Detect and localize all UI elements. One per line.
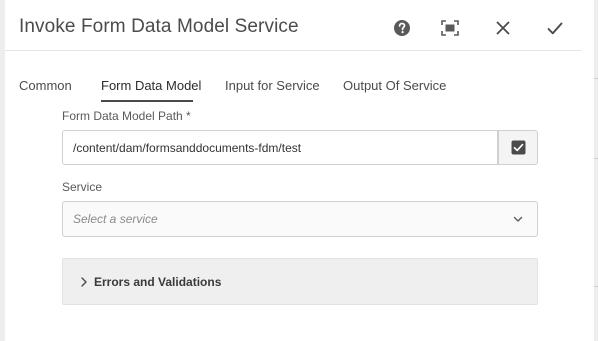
dialog-title: Invoke Form Data Model Service bbox=[19, 16, 299, 37]
tab-output-of-service[interactable]: Output Of Service bbox=[343, 78, 446, 93]
checkbox-checked-icon bbox=[511, 140, 525, 155]
header-divider bbox=[5, 50, 581, 51]
tab-form-data-model[interactable]: Form Data Model bbox=[101, 78, 201, 93]
chevron-down-icon bbox=[513, 216, 523, 222]
fdm-path-picker-button[interactable] bbox=[498, 130, 538, 165]
tab-common[interactable]: Common bbox=[19, 78, 72, 93]
backdrop-divider bbox=[594, 286, 598, 287]
help-button[interactable] bbox=[388, 14, 416, 42]
service-placeholder: Select a service bbox=[73, 212, 158, 226]
active-tab-indicator bbox=[101, 100, 193, 102]
fdm-path-label: Form Data Model Path * bbox=[62, 109, 191, 123]
fullscreen-icon bbox=[441, 20, 459, 36]
checkmark-icon bbox=[547, 22, 563, 34]
tab-input-for-service[interactable]: Input for Service bbox=[225, 78, 320, 93]
done-button[interactable] bbox=[541, 14, 569, 42]
close-icon bbox=[496, 21, 510, 35]
backdrop-divider bbox=[594, 78, 598, 79]
fullscreen-button[interactable] bbox=[436, 14, 464, 42]
errors-and-validations-label: Errors and Validations bbox=[94, 275, 222, 289]
help-icon bbox=[394, 20, 410, 36]
backdrop-divider bbox=[594, 158, 598, 159]
chevron-right-icon bbox=[81, 277, 87, 287]
backdrop-right bbox=[594, 0, 598, 341]
service-label: Service bbox=[62, 180, 103, 194]
close-button[interactable] bbox=[489, 14, 517, 42]
dialog-header: Invoke Form Data Model Service bbox=[5, 0, 594, 55]
invoke-fdm-service-dialog: Invoke Form Data Model Service Common Fo… bbox=[5, 0, 594, 341]
service-select[interactable]: Select a service bbox=[62, 201, 538, 237]
fdm-path-value: /content/dam/formsanddocuments-fdm/test bbox=[73, 140, 302, 155]
fdm-path-input[interactable]: /content/dam/formsanddocuments-fdm/test bbox=[62, 130, 498, 165]
errors-and-validations-accordion[interactable]: Errors and Validations bbox=[62, 258, 538, 305]
